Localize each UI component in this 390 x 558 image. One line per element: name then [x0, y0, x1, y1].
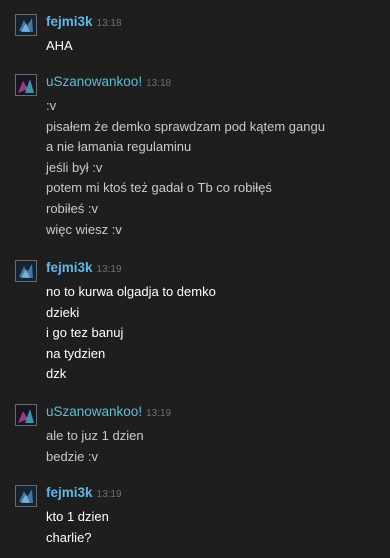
message-line: jeśli był :v: [46, 159, 103, 175]
message-line: na tydzien: [46, 345, 106, 361]
timestamp: 13:18: [146, 78, 172, 89]
message-line: pisałem że demko sprawdzam pod kątem gan…: [46, 118, 325, 134]
avatar-icon[interactable]: [15, 485, 37, 507]
author-name[interactable]: fejmi3k: [46, 14, 93, 29]
message-body: :v pisałem że demko sprawdzam pod kątem …: [46, 96, 325, 240]
timestamp: 13:18: [96, 18, 122, 29]
message-line: dzieki: [46, 304, 80, 320]
author-name[interactable]: fejmi3k: [46, 485, 93, 500]
message-line: no to kurwa olgadja to demko: [46, 284, 216, 299]
timestamp: 13:19: [146, 408, 172, 419]
message-body: kto 1 dzien charlie?: [46, 507, 109, 548]
timestamp: 13:19: [96, 264, 122, 275]
message-header: uSzanowankoo! 13:18: [46, 73, 171, 91]
avatar-icon[interactable]: [15, 404, 37, 426]
message-line: dzk: [46, 366, 67, 382]
message-line: charlie?: [46, 529, 92, 545]
avatar-icon[interactable]: [15, 74, 37, 96]
message-header: uSzanowankoo! 13:19: [46, 403, 171, 421]
message-line: bedzie :v: [46, 448, 99, 464]
message-body: ale to juz 1 dzien bedzie :v: [46, 426, 144, 467]
author-name[interactable]: uSzanowankoo!: [46, 404, 142, 419]
author-name[interactable]: uSzanowankoo!: [46, 74, 142, 89]
message-body: no to kurwa olgadja to demko dzieki i go…: [46, 282, 216, 385]
message-header: fejmi3k 13:18: [46, 13, 122, 31]
avatar-icon[interactable]: [15, 14, 37, 36]
message-header: fejmi3k 13:19: [46, 484, 122, 502]
message-line: i go tez banuj: [46, 325, 124, 341]
message-line: więc wiesz :v: [46, 221, 122, 237]
message-body: AHA: [46, 36, 73, 57]
timestamp: 13:19: [96, 489, 122, 500]
author-name[interactable]: fejmi3k: [46, 260, 93, 275]
message-line: potem mi ktoś też gadał o Tb co robiłęś: [46, 180, 272, 196]
avatar-icon[interactable]: [15, 260, 37, 282]
message-line: a nie łamania regulaminu: [46, 139, 192, 155]
message-line: :v: [46, 98, 57, 113]
message-line: kto 1 dzien: [46, 509, 109, 524]
message-line: AHA: [46, 38, 73, 53]
message-line: ale to juz 1 dzien: [46, 428, 144, 443]
message-line: robiłeś :v: [46, 200, 99, 216]
message-header: fejmi3k 13:19: [46, 259, 122, 277]
